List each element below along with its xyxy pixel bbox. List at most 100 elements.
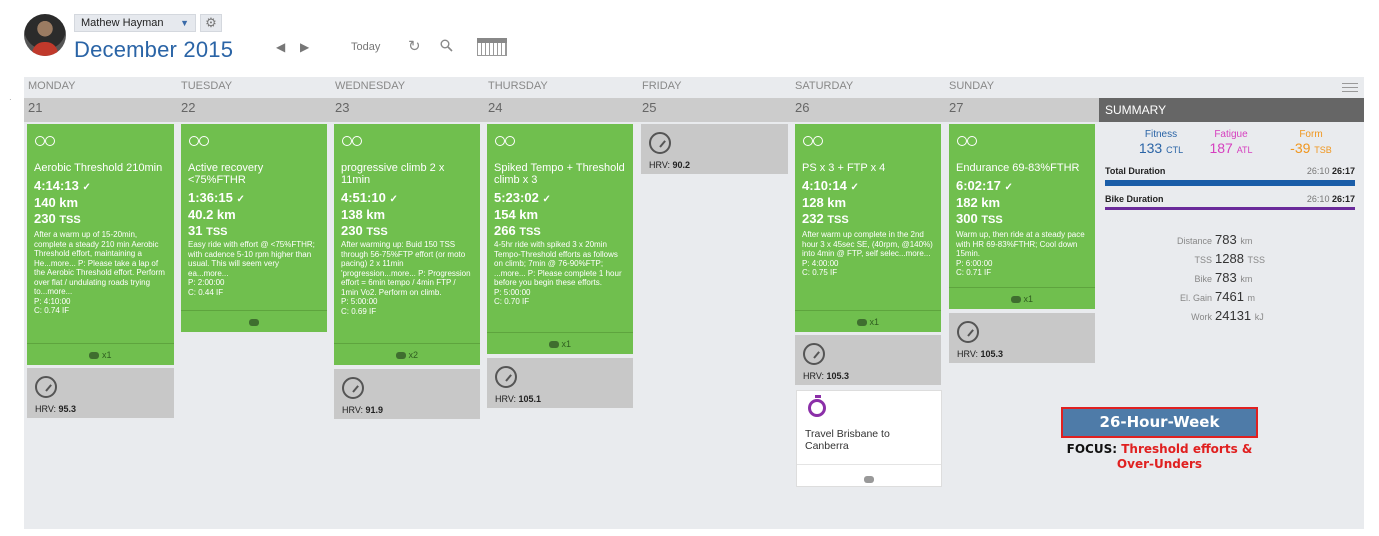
- previous-icon[interactable]: ◀: [276, 40, 285, 54]
- day-header-thursday: THURSDAY: [488, 80, 548, 92]
- gauge-icon: [495, 366, 517, 388]
- focus-note: FOCUS: Threshold efforts & Over-Unders: [1066, 442, 1253, 471]
- comment-bar[interactable]: [181, 310, 327, 332]
- check-icon: ✓: [542, 194, 551, 205]
- menu-icon[interactable]: [1342, 83, 1358, 92]
- tss-unit: TSS: [206, 226, 228, 238]
- hrv-card-sunday[interactable]: HRV: 105.3: [949, 313, 1095, 363]
- header: Mathew Hayman ▼ ⚙ December 2015 ◀ ▶ Toda…: [0, 0, 1379, 72]
- workout-card-sunday[interactable]: Endurance 69-83%FTHR 6:02:17 ✓ 182 km 30…: [949, 124, 1095, 309]
- workout-title: Aerobic Threshold 210min: [34, 162, 163, 174]
- comment-bar[interactable]: x2: [334, 343, 480, 365]
- date-25: 25: [642, 100, 657, 115]
- date-27: 27: [949, 100, 964, 115]
- workout-description: Easy ride with effort @ <75%FTHR; with c…: [188, 240, 315, 297]
- today-button[interactable]: Today: [351, 41, 380, 53]
- stat-elevation-gain: El. Gain 7461 m: [1179, 289, 1256, 304]
- avatar[interactable]: [24, 14, 66, 56]
- hrv-card-friday[interactable]: HRV: 90.2: [641, 124, 788, 174]
- stopwatch-icon: [808, 395, 826, 417]
- bike-icon: [495, 136, 515, 146]
- workout-stats: 6:02:17 ✓ 182 km 300 TSS: [956, 179, 1089, 228]
- workout-duration: 1:36:15: [188, 190, 233, 205]
- tss-unit: TSS: [827, 214, 849, 226]
- comment-bar[interactable]: x1: [487, 332, 633, 354]
- workout-tss: 266: [494, 223, 516, 238]
- comment-icon: [249, 319, 259, 327]
- athlete-name: Mathew Hayman: [81, 17, 164, 29]
- hrv-value: HRV: 90.2: [649, 160, 691, 170]
- date-26: 26: [795, 100, 810, 115]
- note-card-saturday[interactable]: Travel Brisbane to Canberra: [796, 390, 942, 487]
- workout-duration: 6:02:17: [956, 178, 1001, 193]
- workout-card-tuesday[interactable]: Active recovery <75%FTHR 1:36:15 ✓ 40.2 …: [181, 124, 327, 332]
- day-header-sunday: SUNDAY: [949, 80, 995, 92]
- workout-distance: 154 km: [494, 207, 539, 222]
- comment-icon: [1010, 296, 1021, 304]
- gear-icon[interactable]: ⚙: [200, 14, 222, 32]
- note-title: Travel Brisbane to Canberra: [805, 428, 890, 452]
- comment-icon: [89, 352, 100, 360]
- workout-card-wednesday[interactable]: progressive climb 2 x 11min 4:51:10 ✓ 13…: [334, 124, 480, 365]
- tss-unit: TSS: [981, 214, 1003, 226]
- workout-title: Spiked Tempo + Threshold climb x 3: [494, 162, 625, 186]
- hrv-card-saturday[interactable]: HRV: 105.3: [795, 335, 941, 385]
- workout-distance: 140 km: [34, 195, 79, 210]
- comment-bar[interactable]: x1: [949, 287, 1095, 309]
- check-icon: ✓: [850, 182, 859, 193]
- bike-duration: Bike Duration 26:10 26:17: [1105, 194, 1355, 204]
- comment-bar[interactable]: [797, 464, 941, 486]
- month-title: December 2015: [74, 37, 234, 62]
- bike-icon: [189, 136, 209, 146]
- stat-work: Work 24131 kJ: [1191, 308, 1264, 323]
- comment-icon: [548, 341, 559, 349]
- workout-title: Active recovery <75%FTHR: [188, 162, 264, 186]
- check-icon: ✓: [1004, 182, 1013, 193]
- workout-tss: 230: [34, 211, 56, 226]
- comment-icon: [864, 476, 874, 484]
- fitness-metric: Fitness 133 CTL: [1138, 129, 1184, 156]
- workout-stats: 4:10:14 ✓ 128 km 232 TSS: [802, 179, 935, 228]
- refresh-icon[interactable]: ↻: [408, 37, 421, 55]
- comment-icon: [856, 319, 867, 327]
- hrv-card-monday[interactable]: HRV: 95.3: [27, 368, 174, 418]
- workout-tss: 230: [341, 223, 363, 238]
- check-icon: ✓: [82, 182, 91, 193]
- workout-duration: 4:14:13: [34, 178, 79, 193]
- workout-card-thursday[interactable]: Spiked Tempo + Threshold climb x 3 5:23:…: [487, 124, 633, 354]
- workout-card-monday[interactable]: Aerobic Threshold 210min 4:14:13 ✓ 140 k…: [27, 124, 174, 365]
- fatigue-metric: Fatigue 187 ATL: [1209, 129, 1253, 156]
- day-header-monday: MONDAY: [28, 80, 76, 92]
- hrv-card-thursday[interactable]: HRV: 105.1: [487, 358, 633, 408]
- stat-bike: Bike 783 km: [1194, 270, 1253, 285]
- workout-duration: 4:10:14: [802, 178, 847, 193]
- gauge-icon: [649, 132, 671, 154]
- workout-card-saturday[interactable]: PS x 3 + FTP x 4 4:10:14 ✓ 128 km 232 TS…: [795, 124, 941, 332]
- day-header-friday: FRIDAY: [642, 80, 682, 92]
- stat-distance: Distance 783 km: [1176, 232, 1253, 247]
- workout-tss: 232: [802, 211, 824, 226]
- workout-duration: 5:23:02: [494, 190, 539, 205]
- tss-unit: TSS: [366, 226, 388, 238]
- date-24: 24: [488, 100, 503, 115]
- workout-stats: 4:14:13 ✓ 140 km 230 TSS: [34, 179, 168, 228]
- total-duration: Total Duration 26:10 26:17: [1105, 166, 1355, 176]
- summary-heading: SUMMARY: [1099, 98, 1364, 122]
- workout-description: After a warm up of 15-20min, complete a …: [34, 230, 165, 315]
- athlete-selector[interactable]: Mathew Hayman ▼: [74, 14, 196, 32]
- week-badge: 26-Hour-Week: [1061, 407, 1258, 438]
- comment-bar[interactable]: x1: [27, 343, 174, 365]
- gauge-icon: [35, 376, 57, 398]
- workout-tss: 300: [956, 211, 978, 226]
- workout-distance: 138 km: [341, 207, 386, 222]
- workout-distance: 40.2 km: [188, 207, 236, 222]
- tss-unit: TSS: [519, 226, 541, 238]
- workout-stats: 5:23:02 ✓ 154 km 266 TSS: [494, 191, 627, 240]
- day-header-wednesday: WEDNESDAY: [335, 80, 406, 92]
- search-icon[interactable]: [440, 39, 453, 52]
- hrv-card-wednesday[interactable]: HRV: 91.9: [334, 369, 480, 419]
- comment-bar[interactable]: x1: [795, 310, 941, 332]
- check-icon: ✓: [236, 194, 245, 205]
- next-icon[interactable]: ▶: [300, 40, 309, 54]
- calendar-icon[interactable]: [477, 38, 507, 56]
